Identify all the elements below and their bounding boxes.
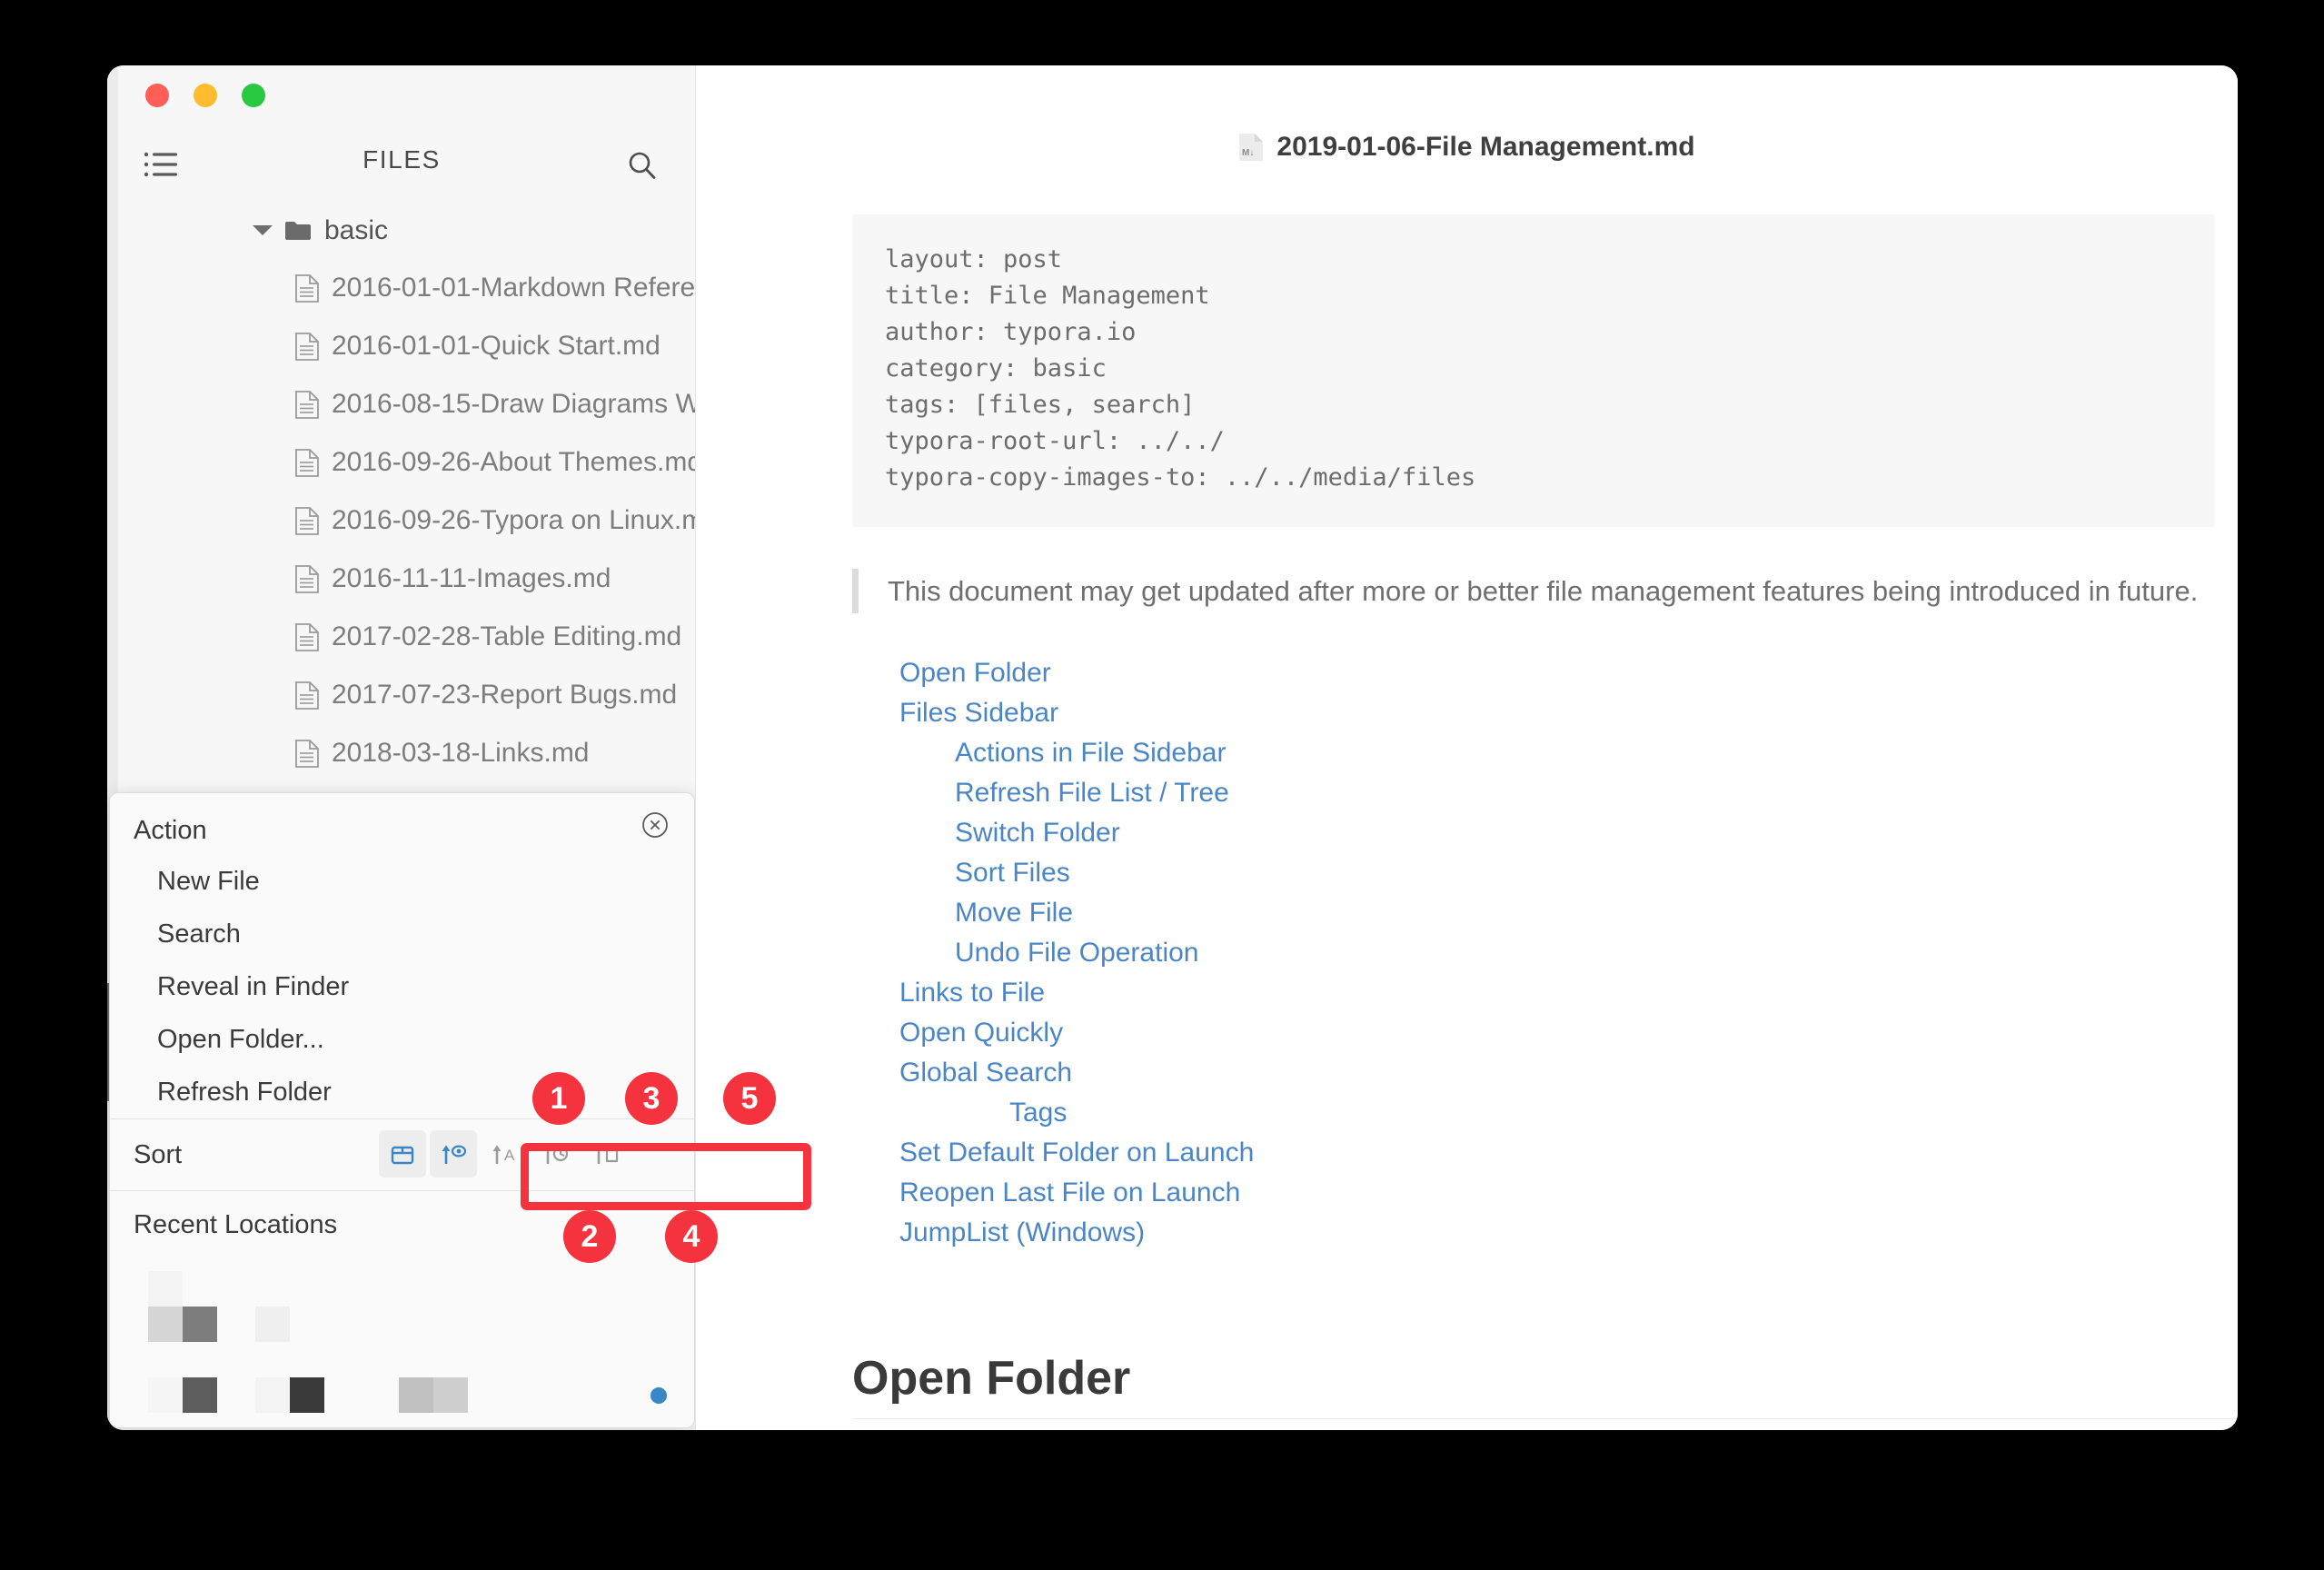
blockquote: This document may get updated after more… xyxy=(852,569,2238,613)
action-popup-panel: Action New File Search Reveal in Finder Ope… xyxy=(109,792,695,1428)
file-tree-item[interactable]: 2017-07-23-Report Bugs.md xyxy=(107,666,695,724)
chevron-down-icon[interactable] xyxy=(253,225,273,235)
folder-label: basic xyxy=(324,214,389,245)
toc-link[interactable]: Reopen Last File on Launch xyxy=(852,1173,2215,1213)
document-file-icon xyxy=(295,273,319,303)
close-window-button[interactable] xyxy=(145,84,169,107)
sort-section: Sort A xyxy=(110,1119,694,1190)
window-traffic-lights xyxy=(145,84,265,107)
sort-by-opened-button[interactable] xyxy=(430,1130,477,1178)
annotation-badge-5: 5 xyxy=(723,1072,776,1125)
toc-link[interactable]: Move File xyxy=(852,893,2215,933)
svg-text:A: A xyxy=(504,1147,515,1164)
sort-by-name-button[interactable]: A xyxy=(481,1130,528,1178)
action-menu-item[interactable]: Reveal in Finder xyxy=(110,960,694,1013)
zoom-window-button[interactable] xyxy=(242,84,265,107)
toc-link[interactable]: Undo File Operation xyxy=(852,933,2215,973)
toc-link[interactable]: JumpList (Windows) xyxy=(852,1213,2215,1253)
section-heading-open-folder: Open Folder xyxy=(852,1351,2238,1419)
action-menu-item[interactable]: Search xyxy=(110,908,694,960)
minimize-window-button[interactable] xyxy=(194,84,217,107)
action-menu-item[interactable]: Refresh Folder xyxy=(110,1066,694,1118)
annotation-badge-2: 2 xyxy=(563,1210,616,1263)
typora-app-window: FILES basic 2016-01-01-Markdown Refere 2… xyxy=(107,65,2238,1430)
toc-link[interactable]: Open Folder xyxy=(852,653,2215,693)
document-file-icon xyxy=(295,681,319,710)
annotation-badge-3: 3 xyxy=(625,1072,678,1125)
document-file-icon xyxy=(295,506,319,535)
yaml-front-matter[interactable]: layout: post title: File Management auth… xyxy=(852,214,2215,527)
file-tree-item[interactable]: 2017-02-28-Table Editing.md xyxy=(107,608,695,666)
markdown-file-icon: M↓ xyxy=(1238,132,1264,163)
sort-by-folder-button[interactable] xyxy=(379,1130,426,1178)
toc-link[interactable]: Links to File xyxy=(852,973,2215,1013)
action-menu-items: New File Search Reveal in Finder Open Folde… xyxy=(110,855,694,1118)
search-icon[interactable] xyxy=(627,151,658,182)
document-title: 2019-01-06-File Management.md xyxy=(1276,132,1695,162)
file-tree-item-label: 2016-08-15-Draw Diagrams With Markdown.m… xyxy=(332,389,695,419)
document-file-icon xyxy=(295,390,319,419)
toc-link[interactable]: Files Sidebar xyxy=(852,693,2215,733)
annotation-badge-4: 4 xyxy=(665,1210,718,1263)
toc-link[interactable]: Global Search xyxy=(852,1053,2215,1093)
file-tree-item-label: 2017-07-23-Report Bugs.md xyxy=(332,680,678,710)
file-tree-item[interactable]: 2018-03-18-Links.md xyxy=(107,724,695,782)
toc-link[interactable]: Actions in File Sidebar xyxy=(852,733,2215,773)
document-file-icon xyxy=(295,739,319,768)
file-tree-item[interactable]: 2016-01-01-Markdown Reference.md xyxy=(107,259,696,317)
sidebar-header: FILES xyxy=(107,138,695,194)
sort-by-modified-time-button[interactable] xyxy=(531,1130,579,1178)
file-tree-item[interactable]: 2016-01-01-Quick Start.md xyxy=(107,317,695,375)
action-menu-item[interactable]: New File xyxy=(110,855,694,908)
file-tree-item-label: 2017-02-28-Table Editing.md xyxy=(332,621,682,651)
action-menu-item[interactable]: Open Folder... xyxy=(110,1013,694,1066)
document-content: layout: post title: File Management auth… xyxy=(852,214,2238,1419)
file-tree-item-label: 2016-01-01-Markdown Reference.md xyxy=(332,273,696,303)
file-tree-item-label: 2016-09-26-About Themes.md xyxy=(332,447,696,477)
document-title-bar: M↓ 2019-01-06-File Management.md xyxy=(696,132,2238,163)
folder-icon xyxy=(284,220,312,242)
file-tree: basic 2016-01-01-Markdown Reference.md20… xyxy=(107,202,696,856)
document-file-icon xyxy=(295,564,319,593)
sort-button-group: A xyxy=(379,1130,630,1178)
table-of-contents: Open Folder Files Sidebar Actions in File … xyxy=(852,653,2215,1253)
screenshot-canvas: FILES basic 2016-01-01-Markdown Refere 2… xyxy=(0,0,2324,1570)
editor-pane: M↓ 2019-01-06-File Management.md layout:… xyxy=(696,65,2238,1430)
file-tree-item-label: 2016-11-11-Images.md xyxy=(332,563,611,593)
file-tree-item[interactable]: 2016-11-11-Images.md xyxy=(107,550,695,608)
status-dot xyxy=(651,1387,667,1404)
document-file-icon xyxy=(295,622,319,651)
sort-by-created-time-button[interactable] xyxy=(582,1130,630,1178)
document-file-icon xyxy=(295,448,319,477)
file-tree-item-label: 2016-01-01-Quick Start.md xyxy=(332,331,660,361)
close-icon[interactable] xyxy=(641,811,669,839)
toc-link[interactable]: Sort Files xyxy=(852,853,2215,893)
file-tree-item-label: 2018-03-18-Links.md xyxy=(332,738,590,768)
toc-link[interactable]: Switch Folder xyxy=(852,813,2215,853)
sidebar-title: FILES xyxy=(363,145,441,174)
tree-folder-basic[interactable]: basic xyxy=(107,202,695,259)
annotation-badge-1: 1 xyxy=(532,1072,585,1125)
svg-text:M↓: M↓ xyxy=(1242,148,1254,158)
file-tree-item[interactable]: 2016-09-26-About Themes.md xyxy=(107,433,696,492)
toc-link[interactable]: Open Quickly xyxy=(852,1013,2215,1053)
action-section-label: Action xyxy=(134,816,207,845)
file-tree-item[interactable]: 2016-09-26-Typora on Linux.md xyxy=(107,492,696,550)
toc-link[interactable]: Tags xyxy=(852,1093,2215,1133)
toc-link[interactable]: Refresh File List / Tree xyxy=(852,773,2215,813)
file-list: 2016-01-01-Markdown Reference.md 2016-01-… xyxy=(107,259,696,840)
file-tree-item-label: 2016-09-26-Typora on Linux.md xyxy=(332,505,696,535)
toc-link[interactable]: Set Default Folder on Launch xyxy=(852,1133,2215,1173)
file-tree-item[interactable]: 2016-08-15-Draw Diagrams With Markdown.m… xyxy=(107,375,695,433)
document-file-icon xyxy=(295,332,319,361)
recent-locations-redacted-list[interactable] xyxy=(110,1258,694,1427)
